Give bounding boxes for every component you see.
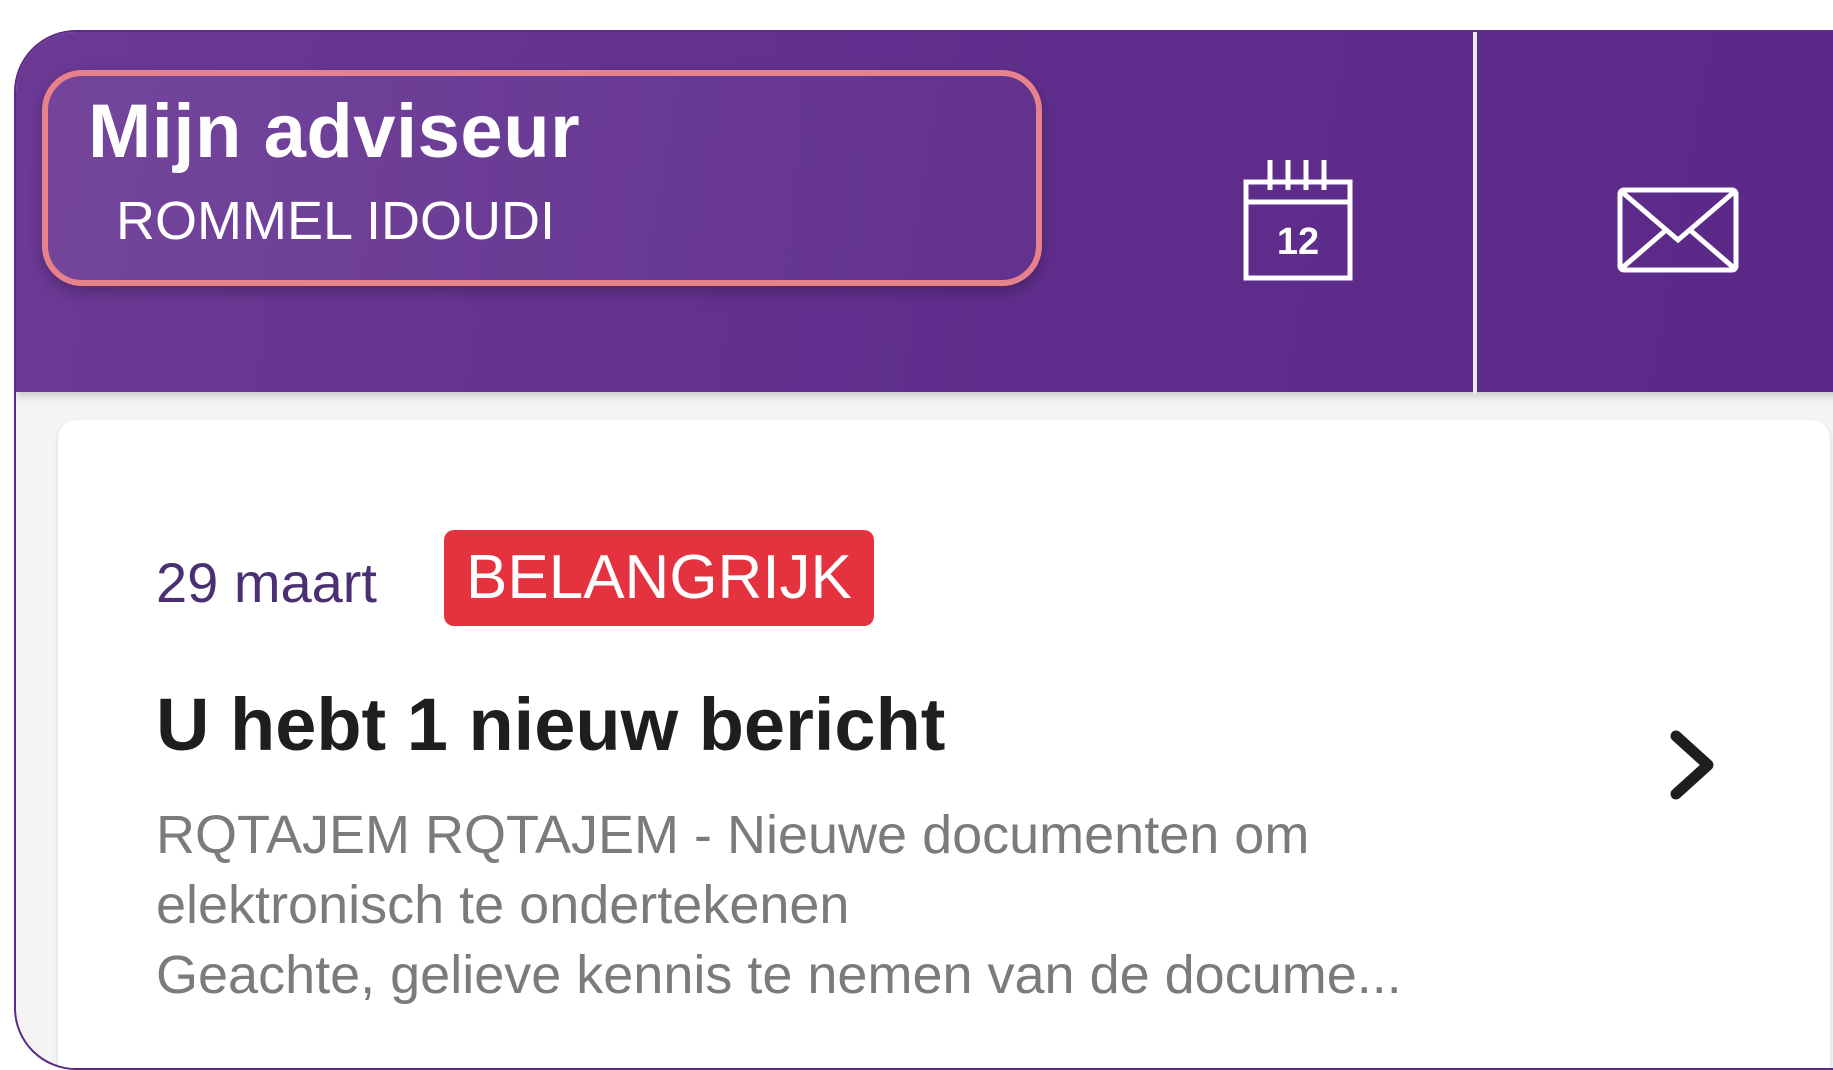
header-divider	[1473, 32, 1477, 394]
message-date: 29 maart	[156, 551, 377, 614]
message-preview-line: elektronisch te ondertekenen	[156, 875, 850, 935]
chevron-right-icon[interactable]	[1658, 720, 1728, 810]
message-card[interactable]: 29 maart BELANGRIJK U hebt 1 nieuw beric…	[58, 420, 1830, 1068]
message-preview-line: RQTAJEM RQTAJEM - Nieuwe documenten om	[156, 805, 1310, 865]
calendar-button[interactable]: 12	[1216, 142, 1376, 302]
advisor-title: Mijn adviseur	[88, 89, 581, 174]
advisor-name: ROMMEL IDOUDI	[116, 191, 556, 251]
message-title: U hebt 1 nieuw bericht	[156, 683, 946, 766]
calendar-icon: 12	[1243, 160, 1353, 281]
mail-button[interactable]	[1600, 172, 1740, 282]
important-badge: BELANGRIJK	[444, 530, 874, 626]
mail-icon	[1617, 187, 1739, 273]
message-preview-line: Geachte, gelieve kennis te nemen van de …	[156, 945, 1402, 1005]
message-preview: RQTAJEM RQTAJEM - Nieuwe documenten om e…	[156, 800, 1596, 1010]
advisor-widget: Mijn adviseur ROMMEL IDOUDI 12 29 maart …	[14, 30, 1833, 1070]
calendar-day: 12	[1277, 221, 1319, 263]
advisor-header: Mijn adviseur ROMMEL IDOUDI 12	[16, 32, 1833, 394]
